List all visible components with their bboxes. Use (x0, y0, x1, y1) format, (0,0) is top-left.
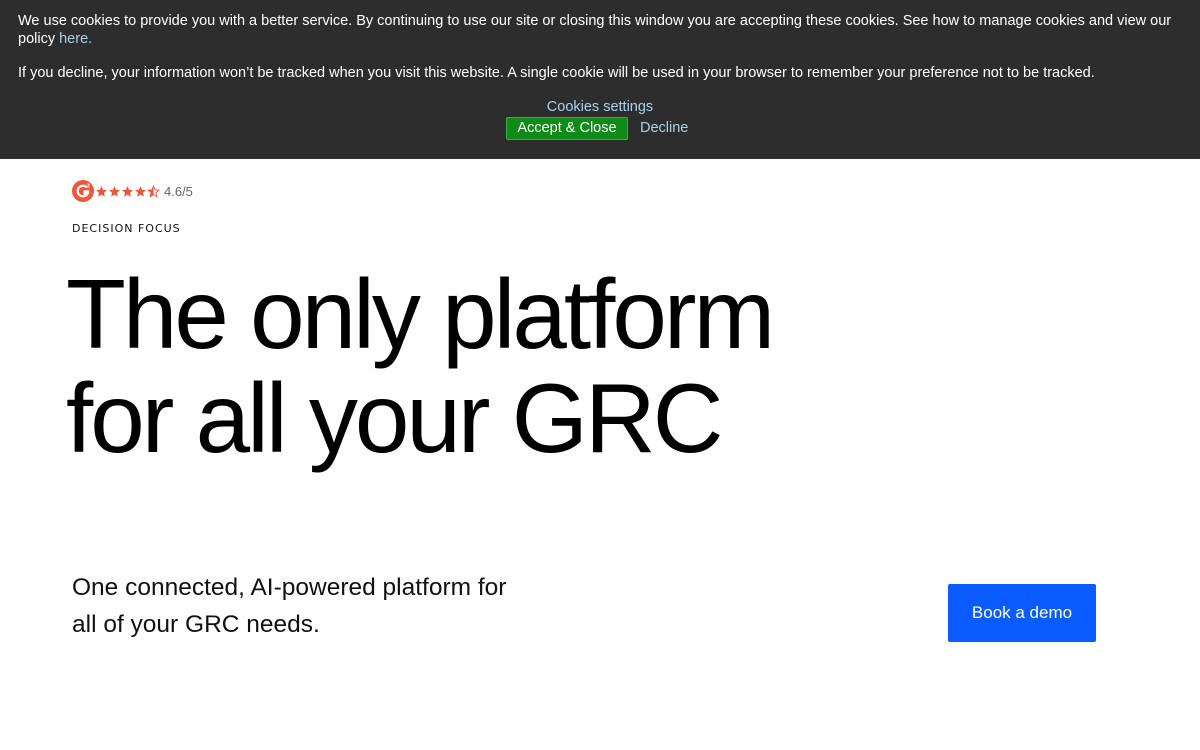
star-icon (122, 185, 133, 197)
cookie-decline-info: If you decline, your information won’t b… (18, 65, 1095, 81)
decline-button[interactable]: Decline (640, 119, 688, 137)
headline-line: The only platform (66, 259, 775, 369)
eyebrow-label: DECISION FOCUS (72, 222, 181, 235)
accept-close-button[interactable]: Accept & Close (506, 117, 628, 140)
star-icon (135, 185, 146, 197)
cookie-message-text: We use cookies to provide you with a bet… (18, 13, 1172, 47)
book-demo-button[interactable]: Book a demo (948, 584, 1096, 642)
g2-logo-icon: 2 (72, 180, 94, 202)
svg-text:2: 2 (86, 184, 90, 190)
half-star-icon (147, 184, 160, 198)
cookies-settings-link[interactable]: Cookies settings (547, 99, 653, 115)
headline-line: for all your GRC (66, 363, 724, 473)
star-icon (109, 185, 120, 197)
cookie-settings-row: Cookies settings (0, 98, 1200, 116)
rating-score: 4.6/5 (164, 183, 193, 199)
subhead-line: all of your GRC needs. (72, 611, 320, 638)
cookie-banner: We use cookies to provide you with a bet… (0, 0, 1200, 159)
star-rating (95, 184, 160, 198)
cookie-policy-link[interactable]: here. (59, 31, 92, 47)
subhead-line: One connected, AI-powered platform for (72, 574, 507, 601)
cookie-message: We use cookies to provide you with a bet… (18, 12, 1188, 48)
hero-subhead: One connected, AI-powered platform for a… (72, 569, 572, 643)
hero-headline: The only platform for all your GRC (66, 262, 966, 470)
star-icon (96, 185, 107, 197)
g2-rating: 2 4.6/5 (72, 180, 193, 202)
